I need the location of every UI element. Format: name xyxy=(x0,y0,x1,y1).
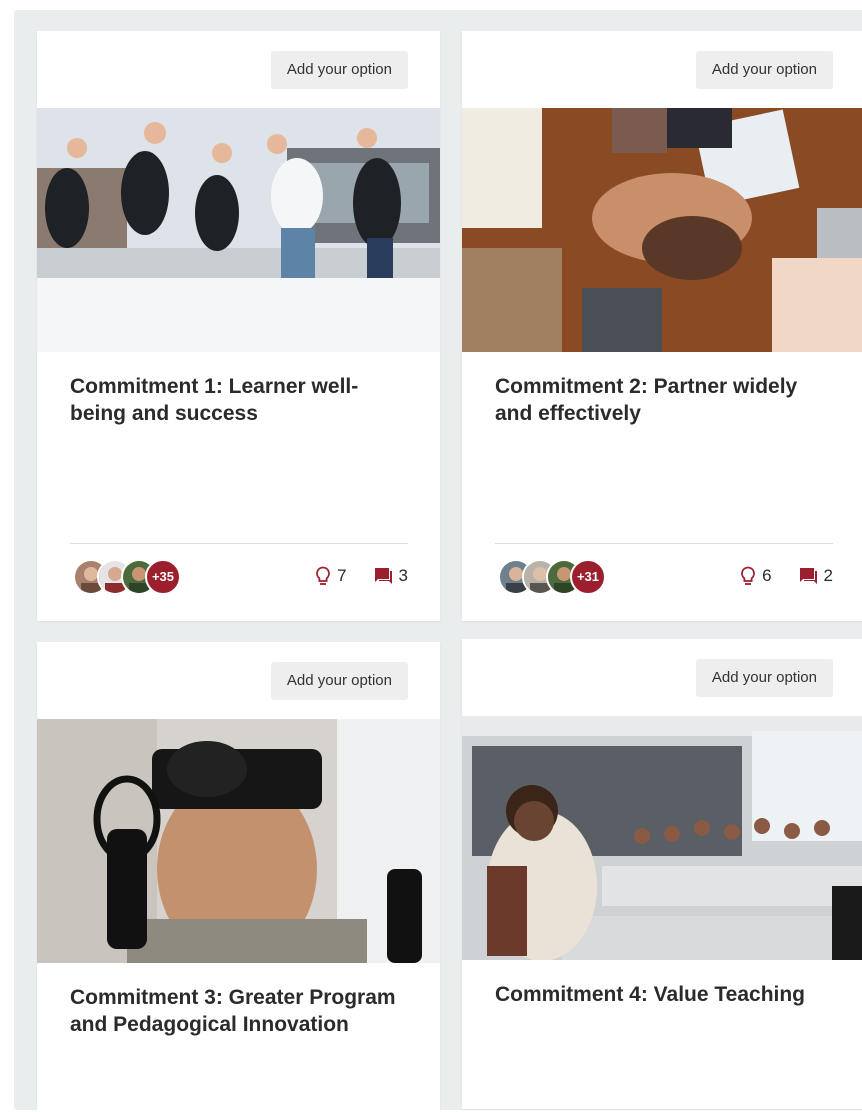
comments-count[interactable]: 3 xyxy=(373,566,408,586)
card-commitment-3[interactable]: Add your option Commitment 3: Greater Pr… xyxy=(37,642,440,1112)
ideas-count-value: 7 xyxy=(337,566,347,585)
card-title[interactable]: Commitment 2: Partner widely and effecti… xyxy=(495,373,835,427)
card-stats: 7 3 xyxy=(315,564,408,588)
card-photo xyxy=(462,108,862,352)
comments-count-value: 3 xyxy=(398,566,408,585)
add-option-button[interactable]: Add your option xyxy=(270,51,408,89)
more-participants-badge[interactable]: +35 xyxy=(145,559,181,595)
card-photo xyxy=(37,719,440,963)
ideas-count[interactable]: 7 xyxy=(315,566,347,586)
add-option-button[interactable]: Add your option xyxy=(695,51,833,89)
add-option-button[interactable]: Add your option xyxy=(695,659,833,697)
card-photo xyxy=(462,716,862,960)
comment-icon xyxy=(798,567,818,585)
comment-icon xyxy=(373,567,393,585)
card-title[interactable]: Commitment 3: Greater Program and Pedago… xyxy=(70,984,410,1038)
comments-count[interactable]: 2 xyxy=(798,566,833,586)
more-participants-badge[interactable]: +31 xyxy=(570,559,606,595)
add-option-button[interactable]: Add your option xyxy=(270,662,408,700)
card-stats: 6 2 xyxy=(740,564,833,588)
lightbulb-icon xyxy=(740,566,756,586)
card-commitment-1[interactable]: Add your option Commitment 1: Learner we… xyxy=(37,31,440,621)
card-photo xyxy=(37,108,440,352)
card-commitment-2[interactable]: Add your option Commitment 2: Partner wi… xyxy=(462,31,862,621)
lightbulb-icon xyxy=(315,566,331,586)
ideas-count-value: 6 xyxy=(762,566,772,585)
ideas-count[interactable]: 6 xyxy=(740,566,772,586)
card-title[interactable]: Commitment 1: Learner well-being and suc… xyxy=(70,373,410,427)
card-title[interactable]: Commitment 4: Value Teaching xyxy=(495,981,835,1008)
comments-count-value: 2 xyxy=(823,566,833,585)
card-divider xyxy=(495,543,833,544)
card-divider xyxy=(70,543,408,544)
card-commitment-4[interactable]: Add your option Commitment 4: Value Teac… xyxy=(462,639,862,1109)
